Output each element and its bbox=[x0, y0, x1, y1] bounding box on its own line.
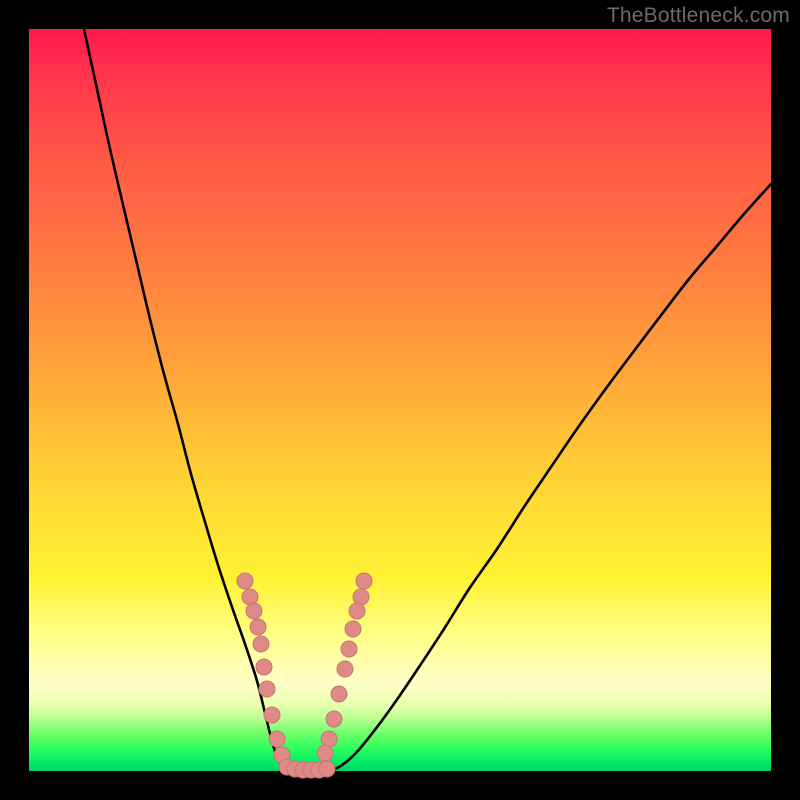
data-point bbox=[356, 573, 372, 589]
data-point bbox=[337, 661, 353, 677]
data-point bbox=[326, 711, 342, 727]
data-point bbox=[317, 745, 333, 761]
data-point bbox=[264, 707, 280, 723]
data-point bbox=[349, 603, 365, 619]
data-point bbox=[353, 589, 369, 605]
data-point bbox=[253, 636, 269, 652]
plot-svg bbox=[29, 29, 771, 771]
data-point bbox=[341, 641, 357, 657]
data-point bbox=[321, 731, 337, 747]
data-point bbox=[345, 621, 361, 637]
data-point bbox=[256, 659, 272, 675]
data-point bbox=[242, 589, 258, 605]
bottleneck-plot bbox=[29, 29, 771, 771]
curve bbox=[327, 184, 771, 771]
data-point bbox=[237, 573, 253, 589]
data-point bbox=[246, 603, 262, 619]
data-point bbox=[331, 686, 347, 702]
data-point bbox=[269, 731, 285, 747]
data-point bbox=[319, 761, 335, 777]
watermark-text: TheBottleneck.com bbox=[607, 4, 790, 28]
chart-frame: TheBottleneck.com bbox=[0, 0, 800, 800]
data-point bbox=[250, 619, 266, 635]
data-point bbox=[259, 681, 275, 697]
